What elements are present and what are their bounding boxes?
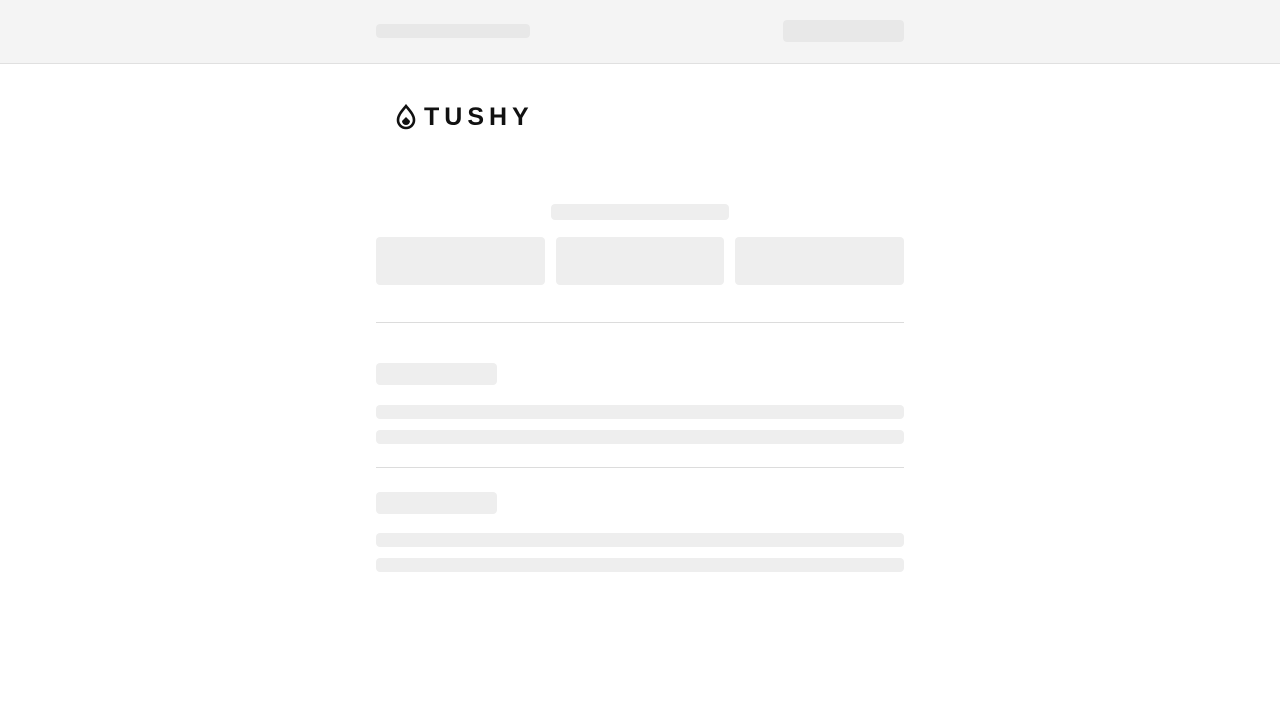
droplet-icon — [396, 104, 416, 130]
divider — [376, 467, 904, 468]
top-bar — [0, 0, 1280, 64]
text-line-placeholder — [376, 430, 904, 444]
block-title-placeholder-2 — [376, 492, 497, 514]
text-line-placeholder — [376, 558, 904, 572]
option-button-placeholder-1[interactable] — [376, 237, 545, 285]
block-title-placeholder-1 — [376, 363, 497, 385]
text-line-placeholder — [376, 405, 904, 419]
text-line-placeholder — [376, 533, 904, 547]
brand-logo-text: TUSHY — [424, 103, 534, 131]
top-bar-button-placeholder[interactable] — [783, 20, 904, 42]
divider — [376, 322, 904, 323]
top-bar-text-placeholder — [376, 24, 530, 38]
section-heading-placeholder — [551, 204, 729, 220]
option-button-placeholder-3[interactable] — [735, 237, 904, 285]
brand-logo[interactable]: TUSHY — [396, 104, 534, 130]
option-button-placeholder-2[interactable] — [556, 237, 724, 285]
